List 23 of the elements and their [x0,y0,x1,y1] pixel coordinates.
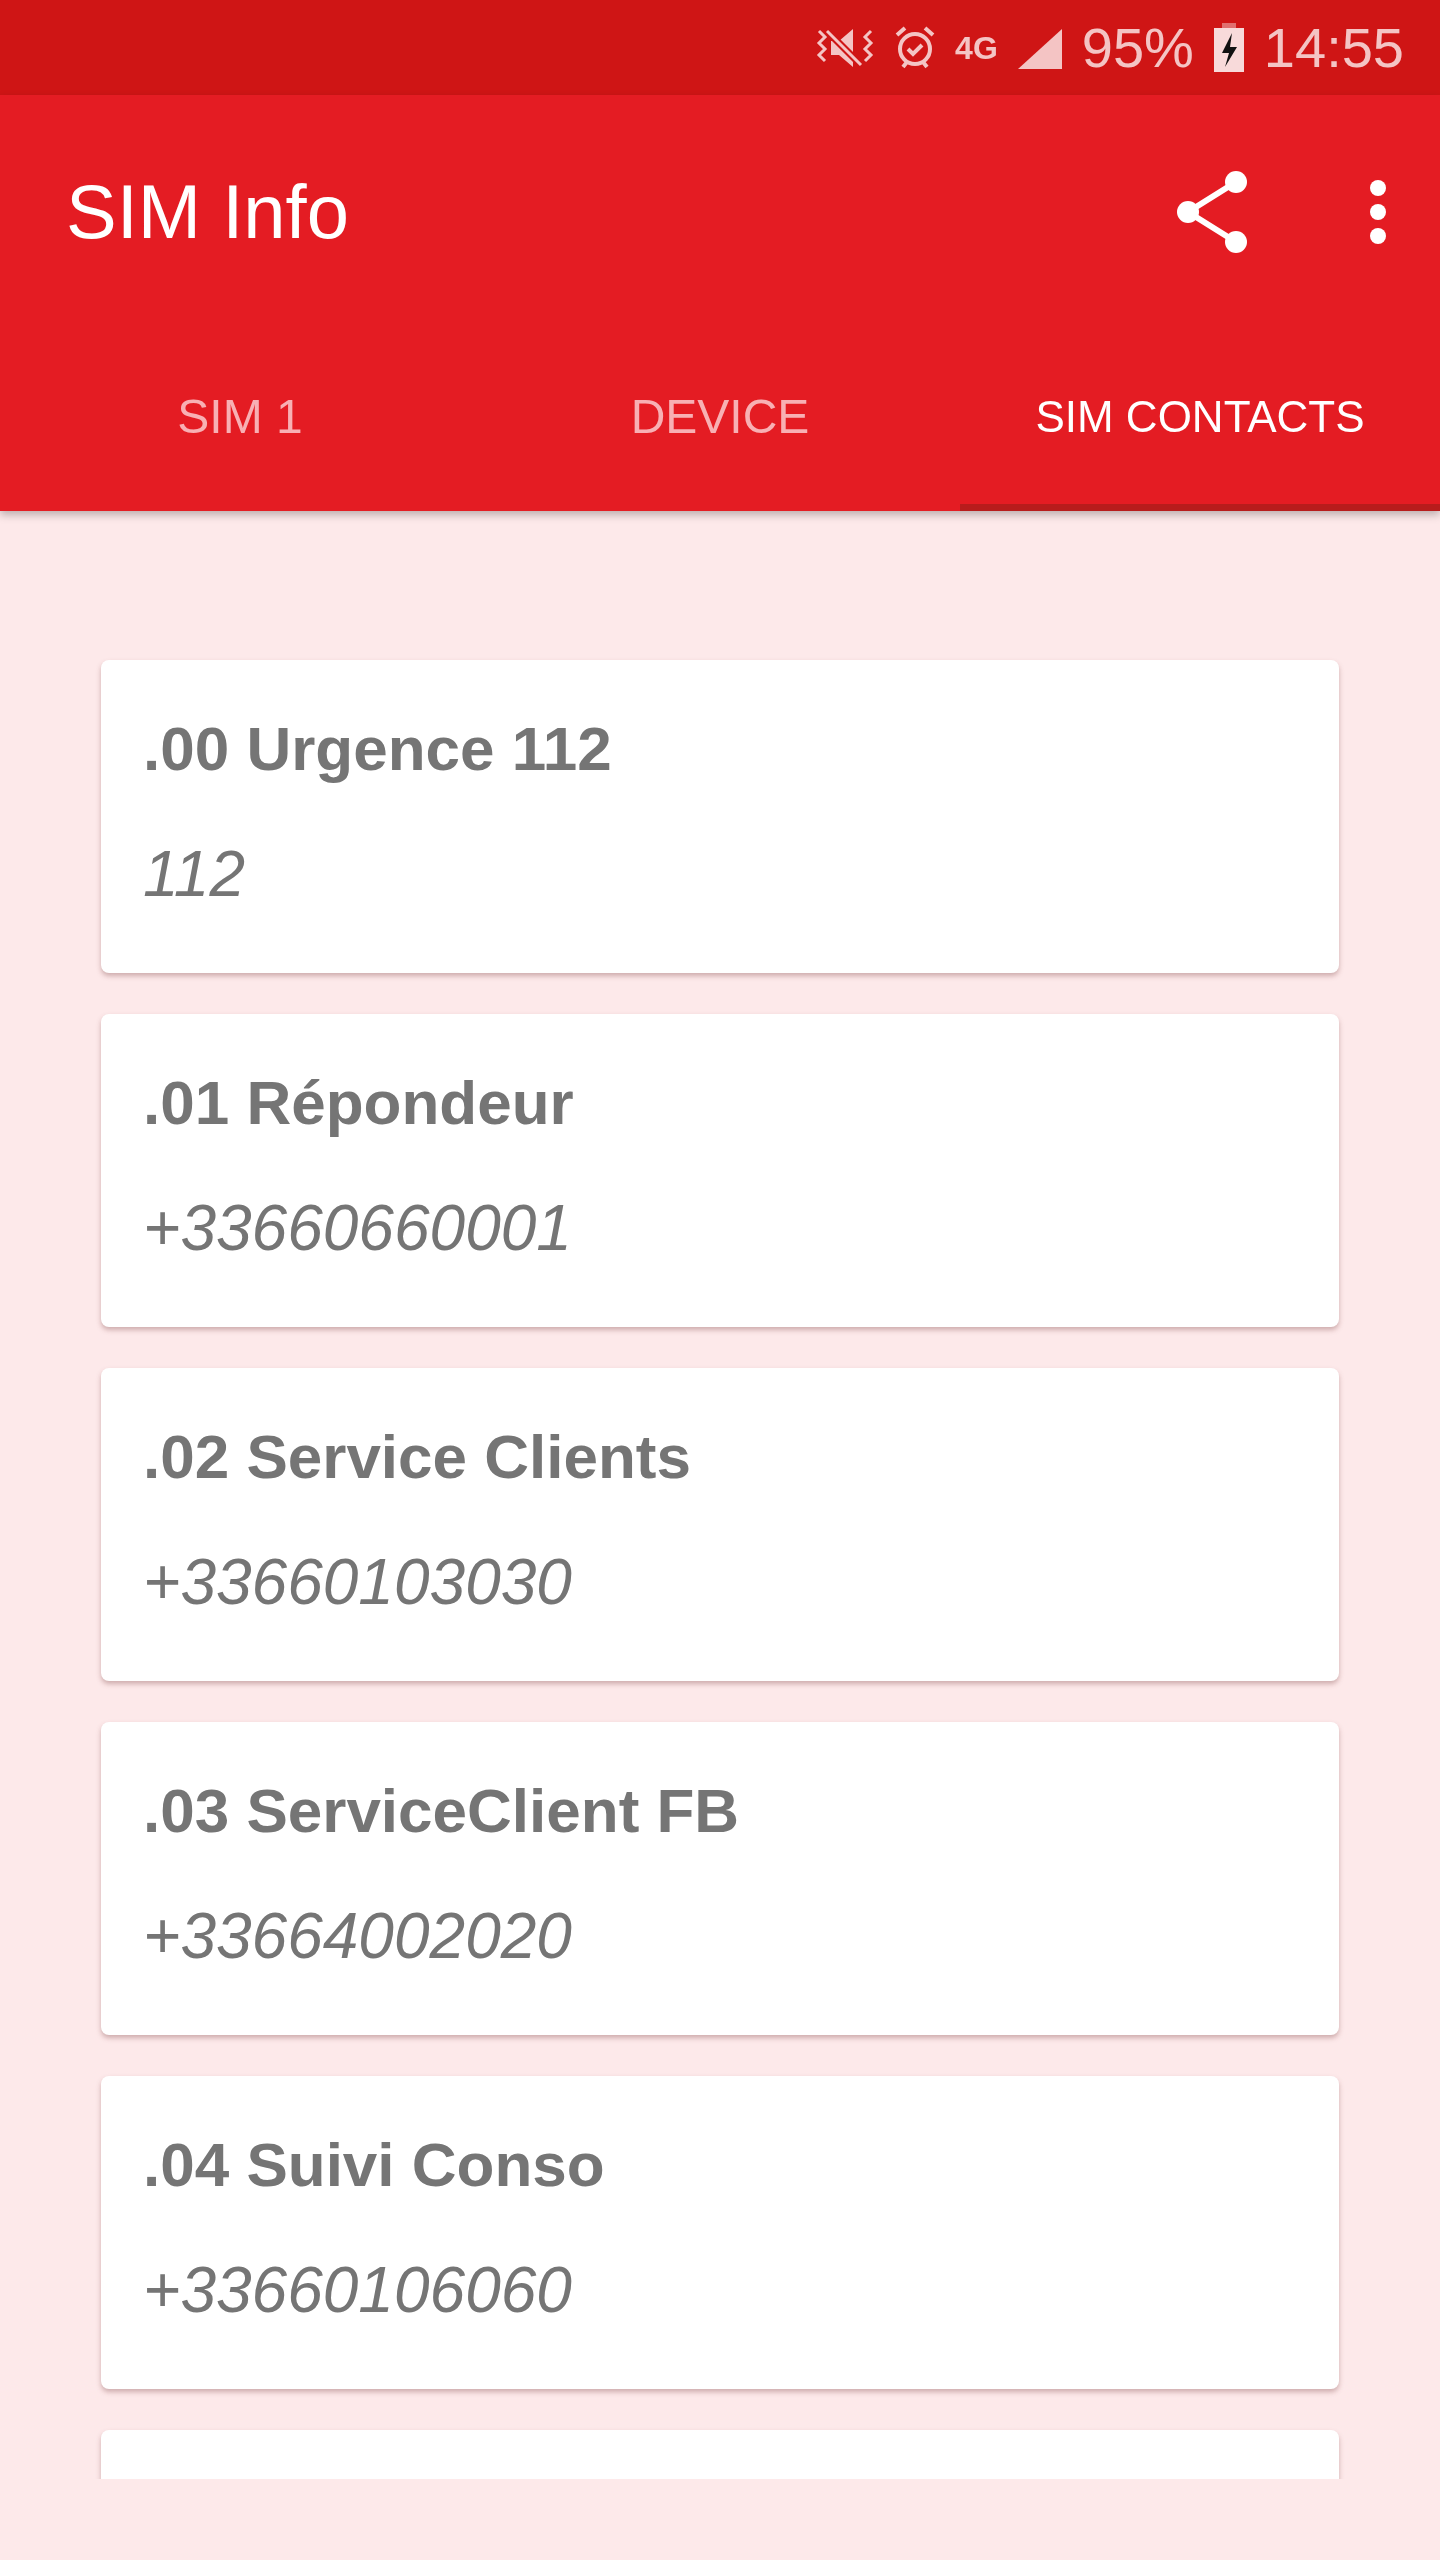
contact-name: .02 Service Clients [143,1426,692,1488]
contact-card[interactable]: .00 Urgence 112 112 [101,660,1339,973]
contact-number: +33660106060 [143,2258,573,2322]
contact-card[interactable]: .02 Service Clients +33660103030 [101,1368,1339,1681]
tab[interactable]: SIM CONTACTS [960,329,1440,511]
clock-time: 14:55 [1263,19,1404,76]
more-options-icon[interactable] [1368,179,1388,245]
contact-name: .03 ServiceClient FB [143,1780,741,1842]
share-icon[interactable] [1176,170,1250,254]
contact-name: .04 Suivi Conso [143,2134,606,2196]
contact-number: +33664002020 [143,1904,573,1968]
contact-number: +33660660001 [143,1196,573,1260]
app-title: SIM Info [66,174,350,250]
battery-charging-icon [1211,22,1246,73]
contact-number: 112 [143,842,247,906]
battery-percent: 95% [1081,19,1194,76]
contact-card[interactable]: .01 Répondeur +33660660001 [101,1014,1339,1327]
contact-number: +33660103030 [143,1550,573,1614]
tab[interactable]: DEVICE [480,329,960,511]
tab[interactable]: SIM 1 [0,329,480,511]
contact-card[interactable]: .04 Suivi Conso +33660106060 [101,2076,1339,2389]
network-type-icon: 4G [955,31,998,64]
contact-card[interactable]: .03 ServiceClient FB +33664002020 [101,1722,1339,2035]
